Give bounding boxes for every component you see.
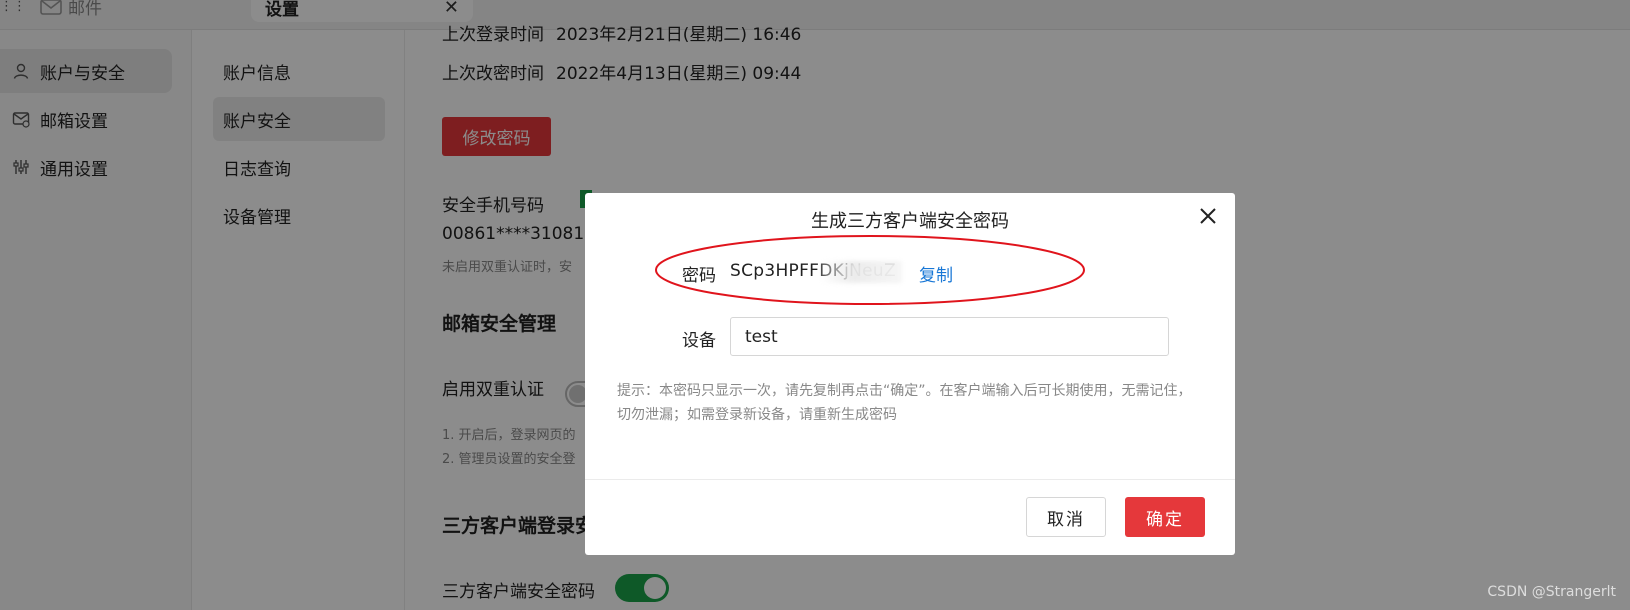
watermark: CSDN @Strangerlt — [1487, 584, 1616, 600]
password-label: 密码 — [682, 266, 716, 286]
device-label: 设备 — [682, 331, 716, 351]
password-redaction — [820, 261, 902, 283]
cancel-button[interactable]: 取消 — [1026, 497, 1106, 537]
dialog-title: 生成三方客户端安全密码 — [811, 211, 1009, 232]
dialog-divider — [585, 479, 1235, 480]
dialog-close-button[interactable] — [1195, 203, 1221, 229]
confirm-button[interactable]: 确定 — [1125, 497, 1205, 537]
dialog-hint: 提示：本密码只显示一次，请先复制再点击“确定”。在客户端输入后可长期使用，无需记… — [617, 383, 1192, 423]
device-input[interactable] — [730, 317, 1169, 356]
generate-password-dialog: 生成三方客户端安全密码 密码 SCp3HPFFDKjNeuZ 复制 设备 提示：… — [585, 193, 1235, 555]
copy-password-link[interactable]: 复制 — [919, 261, 953, 286]
close-icon — [1200, 208, 1216, 224]
